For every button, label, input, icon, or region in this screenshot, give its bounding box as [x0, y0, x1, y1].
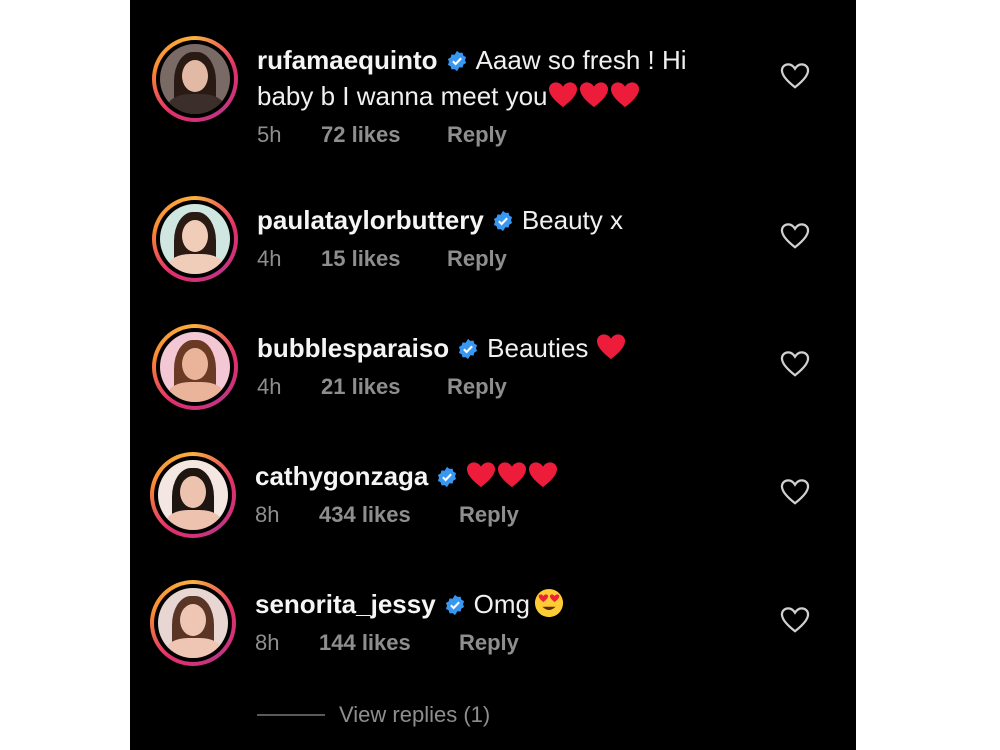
- heart-eyes-emoji-icon: [534, 588, 564, 618]
- username[interactable]: rufamaequinto: [257, 45, 438, 75]
- heart-outline-icon[interactable]: [780, 350, 810, 378]
- comment-body: paulataylorbuttery Beauty x 4h 15 likes Rep…: [257, 202, 737, 276]
- comments-panel: rufamaequinto Aaaw so fresh ! Hi baby b I…: [130, 0, 856, 750]
- heart-outline-icon[interactable]: [780, 606, 810, 634]
- avatar[interactable]: [150, 452, 236, 538]
- view-replies-label: View replies (1): [339, 702, 491, 727]
- reply-button[interactable]: Reply: [447, 246, 507, 272]
- avatar[interactable]: [152, 324, 238, 410]
- comment-text: Beauty x: [521, 205, 623, 235]
- comment-text: Aaaw so fresh ! Hi: [475, 45, 687, 75]
- verified-badge-icon: [447, 50, 466, 72]
- comment-time: 4h: [257, 374, 282, 399]
- comment-text-continued: baby b I wanna meet you: [257, 81, 548, 111]
- divider: [257, 714, 325, 716]
- comment-text: Beauties: [487, 333, 589, 363]
- red-heart-emoji-icon: [596, 334, 625, 360]
- likes-count[interactable]: 15 likes: [321, 246, 447, 272]
- red-heart-emoji-icon: [548, 82, 577, 108]
- red-heart-emoji-icon: [529, 462, 558, 488]
- red-heart-emoji-icon: [498, 462, 527, 488]
- verified-badge-icon: [438, 466, 457, 488]
- red-heart-emoji-icon: [579, 82, 608, 108]
- comment-body: rufamaequinto Aaaw so fresh ! Hi baby b I…: [257, 42, 737, 152]
- username[interactable]: senorita_jessy: [255, 589, 436, 619]
- heart-outline-icon[interactable]: [780, 222, 810, 250]
- likes-count[interactable]: 144 likes: [319, 630, 459, 656]
- comment-time: 8h: [255, 502, 280, 527]
- username[interactable]: bubblesparaiso: [257, 333, 449, 363]
- username[interactable]: cathygonzaga: [255, 461, 428, 491]
- reply-button[interactable]: Reply: [459, 502, 519, 528]
- comment-item: cathygonzaga 8h 434 likes Reply: [130, 452, 856, 572]
- verified-badge-icon: [493, 210, 512, 232]
- username[interactable]: paulataylorbuttery: [257, 205, 484, 235]
- avatar[interactable]: [150, 580, 236, 666]
- heart-outline-icon[interactable]: [780, 62, 810, 90]
- avatar[interactable]: [152, 196, 238, 282]
- view-replies-button[interactable]: View replies (1): [257, 700, 490, 730]
- comment-time: 4h: [257, 246, 282, 271]
- comment-item: bubblesparaiso Beauties 4h 21 likes Reply: [130, 324, 856, 444]
- reply-button[interactable]: Reply: [447, 374, 507, 400]
- red-heart-emoji-icon: [610, 82, 639, 108]
- likes-count[interactable]: 21 likes: [321, 374, 447, 400]
- comment-body: bubblesparaiso Beauties 4h 21 likes Reply: [257, 330, 737, 404]
- red-heart-emoji-icon: [467, 462, 496, 488]
- comment-item: senorita_jessy Omg 8h 144 likes Reply: [130, 580, 856, 700]
- comment-item: rufamaequinto Aaaw so fresh ! Hi baby b I…: [130, 36, 856, 156]
- verified-badge-icon: [445, 594, 464, 616]
- comment-body: senorita_jessy Omg 8h 144 likes Reply: [255, 586, 735, 660]
- comment-time: 8h: [255, 630, 280, 655]
- likes-count[interactable]: 72 likes: [321, 122, 447, 148]
- comment-item: paulataylorbuttery Beauty x 4h 15 likes Rep…: [130, 196, 856, 316]
- reply-button[interactable]: Reply: [459, 630, 519, 656]
- reply-button[interactable]: Reply: [447, 122, 507, 148]
- comment-text: Omg: [473, 589, 531, 619]
- verified-badge-icon: [459, 338, 478, 360]
- likes-count[interactable]: 434 likes: [319, 502, 459, 528]
- avatar[interactable]: [152, 36, 238, 122]
- heart-outline-icon[interactable]: [780, 478, 810, 506]
- comment-body: cathygonzaga 8h 434 likes Reply: [255, 458, 735, 532]
- comment-time: 5h: [257, 122, 282, 147]
